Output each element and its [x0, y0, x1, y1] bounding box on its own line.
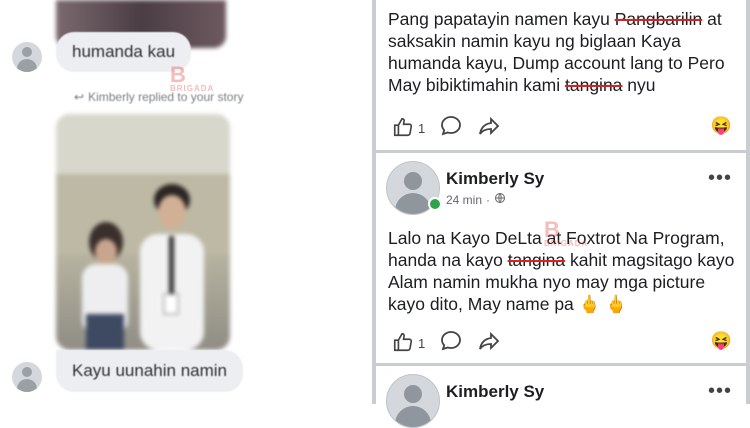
- like-button[interactable]: 1: [392, 331, 425, 356]
- more-icon[interactable]: •••: [708, 167, 732, 190]
- like-icon: [392, 116, 414, 141]
- separator-dot: ·: [486, 192, 491, 207]
- sender-avatar: [12, 42, 42, 72]
- redacted-word: Pangbarilin: [614, 9, 703, 29]
- author-avatar[interactable]: [386, 374, 440, 428]
- like-count: 1: [418, 121, 426, 136]
- author-name[interactable]: Kimberly Sy: [446, 169, 544, 189]
- watermark-logo: B BRIGADA: [544, 217, 589, 248]
- more-icon[interactable]: •••: [708, 380, 732, 403]
- share-icon[interactable]: [477, 329, 501, 358]
- post-body: Pang papatayin namen kayu Pangbarilin at…: [388, 8, 738, 96]
- story-photo[interactable]: [56, 114, 230, 350]
- post-card: Kimberly Sy 24 min · ••• Lalo na Kayo De…: [376, 153, 746, 363]
- post-actions: 1: [392, 329, 501, 358]
- message-text: Kayu uunahin namin: [72, 361, 228, 380]
- post-meta: 24 min ·: [446, 192, 506, 207]
- post-emoji: 🖕 🖕: [578, 294, 628, 314]
- facebook-feed: Pang papatayin namen kayu Pangbarilin at…: [372, 0, 750, 428]
- redacted-word: tangina: [507, 250, 566, 270]
- online-indicator: [428, 197, 442, 211]
- comment-icon[interactable]: [439, 329, 463, 358]
- globe-icon: [494, 192, 506, 207]
- reaction-emoji[interactable]: 😝: [711, 116, 732, 136]
- replied-note: ↩ Kimberly replied to your story: [74, 90, 243, 104]
- message-text: humanda kau: [72, 42, 176, 61]
- story-photo-figures: [56, 114, 230, 350]
- like-button[interactable]: 1: [392, 116, 425, 141]
- like-icon: [392, 331, 414, 356]
- post-card: Pang papatayin namen kayu Pangbarilin at…: [376, 0, 746, 150]
- reaction-emoji[interactable]: 😝: [711, 331, 732, 351]
- post-text: nyu: [622, 75, 656, 95]
- like-count: 1: [418, 336, 426, 351]
- post-text: Pang papatayin namen kayu: [388, 9, 615, 29]
- comment-icon[interactable]: [439, 114, 463, 143]
- redacted-word: tangina: [565, 75, 623, 95]
- post-actions: 1: [392, 114, 501, 143]
- replied-note-text: Kimberly replied to your story: [88, 90, 244, 104]
- message-bubble[interactable]: Kayu uunahin namin: [56, 350, 244, 392]
- messenger-panel: humanda kau B BRIGADA ↩ Kimberly replied …: [0, 0, 372, 404]
- author-name[interactable]: Kimberly Sy: [446, 382, 544, 402]
- post-card: Kimberly Sy •••: [376, 366, 746, 428]
- sender-avatar: [12, 362, 42, 392]
- post-time: 24 min: [446, 192, 483, 207]
- reply-icon: ↩: [74, 90, 85, 104]
- share-icon[interactable]: [477, 114, 501, 143]
- watermark-logo: B BRIGADA: [170, 62, 215, 93]
